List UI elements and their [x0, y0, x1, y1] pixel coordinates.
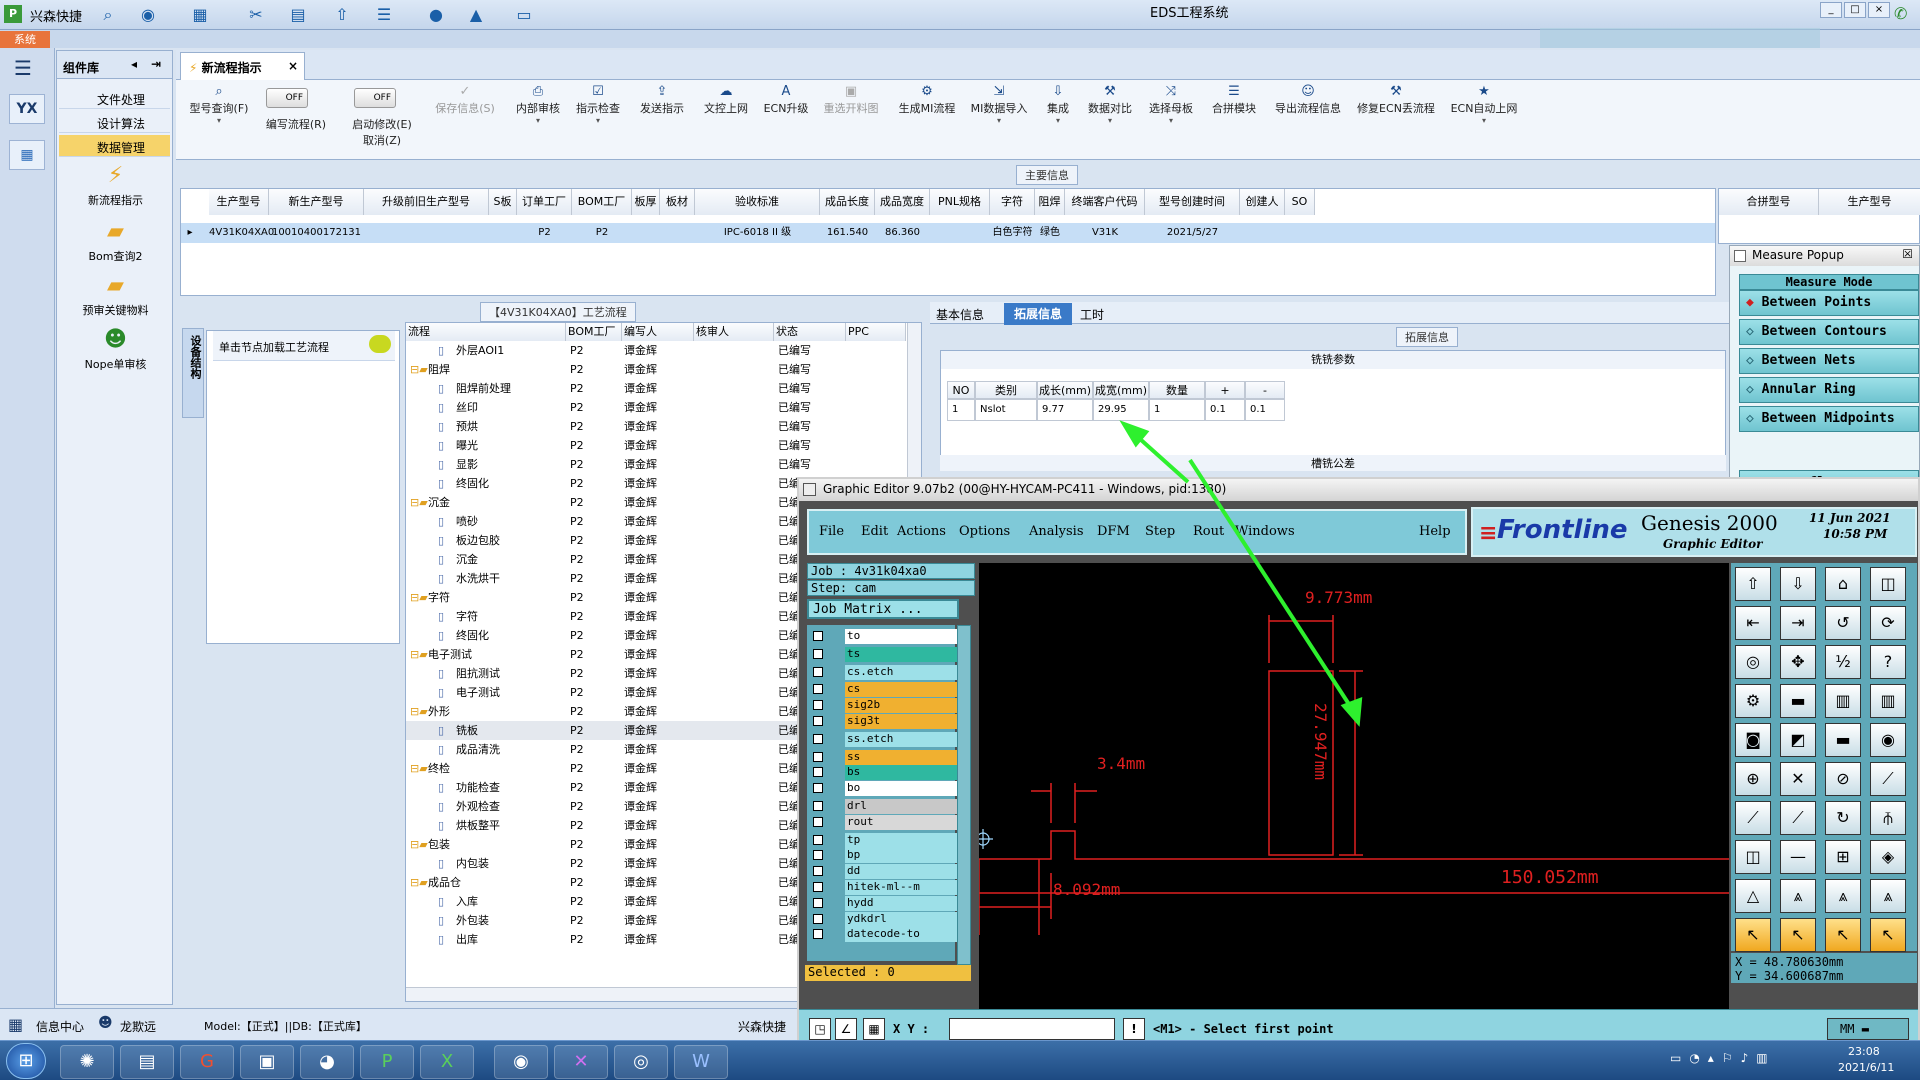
- taskbar-app-messenger[interactable]: ◕: [300, 1045, 354, 1079]
- windows-grid-icon: ▦: [8, 1015, 24, 1034]
- tray-icons[interactable]: ▭◔▴⚐♪▥: [1670, 1051, 1776, 1065]
- taskbar-app-save[interactable]: ▣: [240, 1045, 294, 1079]
- taskbar-app-excel[interactable]: X: [420, 1045, 474, 1079]
- status-bar: ▦ 信息中心 ☻ 龙欺远 Model:【正式】||DB:【正式库】 兴森快捷: [0, 1008, 797, 1040]
- taskbar-app-word[interactable]: W: [674, 1045, 728, 1079]
- annotation-arrows: [1119, 420, 1363, 727]
- taskbar-app-notepad[interactable]: ▤: [120, 1045, 174, 1079]
- taskbar-app-p[interactable]: P: [360, 1045, 414, 1079]
- user-icon: ☻: [98, 1015, 113, 1031]
- start-button[interactable]: ⊞: [6, 1043, 46, 1079]
- model-db-status: Model:【正式】||DB:【正式库】: [204, 1020, 367, 1033]
- company-name: 兴森快捷: [738, 1020, 787, 1034]
- info-center-link[interactable]: 信息中心: [36, 1018, 84, 1035]
- taskbar-app-x[interactable]: ✕: [554, 1045, 608, 1079]
- current-user: 龙欺远: [120, 1020, 157, 1034]
- clock-time[interactable]: 23:08: [1848, 1045, 1880, 1058]
- taskbar-app-shell[interactable]: ✺: [60, 1045, 114, 1079]
- taskbar-app-g[interactable]: G: [180, 1045, 234, 1079]
- taskbar: ⊞ ✺ ▤ G ▣ ◕ P X ◉ ✕ ◎ W ▭◔▴⚐♪▥ 23:08 202…: [0, 1040, 1920, 1080]
- taskbar-app-cam[interactable]: ◎: [614, 1045, 668, 1079]
- taskbar-app-eye[interactable]: ◉: [494, 1045, 548, 1079]
- clock-date[interactable]: 2021/6/11: [1838, 1061, 1894, 1074]
